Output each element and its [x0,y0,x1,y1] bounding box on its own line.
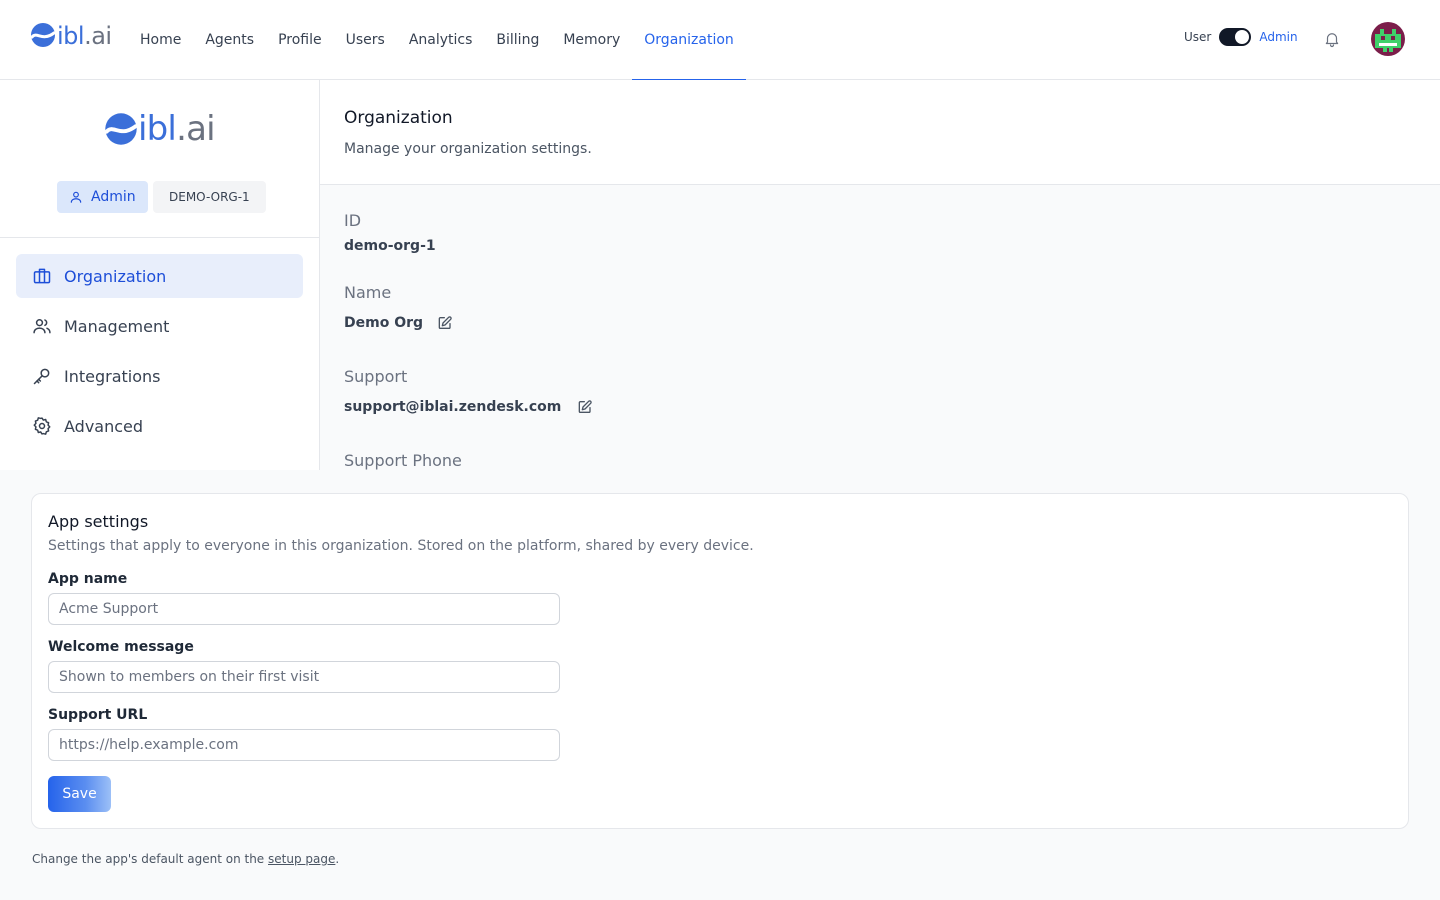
users-icon [33,319,51,334]
save-button[interactable]: Save [48,776,111,812]
support-url-input[interactable] [48,729,560,761]
bell-icon[interactable] [1323,30,1341,48]
top-navbar: ibl.ai Home Agents Profile Users Analyti… [0,0,1440,81]
brand-logo[interactable]: ibl.ai [30,22,112,48]
support-phone-label: Support Phone [344,451,462,470]
footnote-text: Change the app's default agent on the [32,852,269,866]
app-name-label: App name [48,571,128,587]
key-icon [33,368,50,385]
edit-icon [438,316,452,329]
nav-users[interactable]: Users [334,0,397,80]
user-icon [70,191,82,203]
nav-home[interactable]: Home [128,0,193,80]
sidebar-item-advanced[interactable]: Advanced [16,404,303,448]
support-url-label: Support URL [48,707,148,723]
main-nav: Home Agents Profile Users Analytics Bill… [128,0,746,81]
nav-billing[interactable]: Billing [484,0,551,80]
app-settings-card: App settings Settings that apply to ever… [31,493,1409,829]
org-badge: DEMO-ORG-1 [153,181,266,213]
role-toggle[interactable] [1219,28,1252,46]
org-fields: ID demo-org-1 Name Demo Org Support supp… [320,185,1440,470]
sidebar-item-management[interactable]: Management [16,304,303,348]
welcome-message-label: Welcome message [48,639,194,655]
sidebar: ibl.ai Admin DEMO-ORG-1 Organization Man… [0,80,320,470]
brand-wordmark: ibl.ai [57,22,112,50]
edit-icon [579,400,593,413]
gear-icon [33,417,51,435]
app-name-input[interactable] [48,593,560,625]
role-switch: User Admin [1184,28,1298,46]
sidebar-item-label: Organization [64,266,167,286]
support-text: support@iblai.zendesk.com [344,399,562,415]
main-header: Organization Manage your organization se… [320,80,1440,185]
nav-profile[interactable]: Profile [266,0,334,80]
support-value: support@iblai.zendesk.com [344,399,593,415]
name-label: Name [344,283,392,302]
role-switch-admin-label: Admin [1259,30,1298,44]
sidebar-item-label: Management [64,316,170,336]
edit-support-button[interactable] [577,399,593,415]
sidebar-item-organization[interactable]: Organization [16,254,303,298]
edit-name-button[interactable] [437,315,453,331]
welcome-message-input[interactable] [48,661,560,693]
avatar[interactable] [1371,22,1405,56]
nav-memory[interactable]: Memory [551,0,632,80]
name-text: Demo Org [344,315,424,331]
sidebar-item-label: Advanced [64,416,144,436]
page-subtitle: Manage your organization settings. [344,141,592,157]
name-value: Demo Org [344,315,453,331]
page-title: Organization [344,108,453,128]
app-settings-title: App settings [48,512,149,531]
footnote: Change the app's default agent on the se… [32,852,339,866]
sidebar-divider [0,237,320,238]
briefcase-icon [33,268,51,284]
app-settings-subtitle: Settings that apply to everyone in this … [48,538,754,554]
setup-page-link[interactable]: setup page [268,852,335,866]
sidebar-brand-logo: ibl.ai [104,109,216,149]
sidebar-brand-wordmark: ibl.ai [138,109,216,149]
avatar-image [1371,22,1405,56]
role-badge: Admin [57,181,148,213]
ibl-logo-icon [104,113,138,145]
sidebar-menu: Organization Management Integrations Adv… [16,254,303,454]
sidebar-item-integrations[interactable]: Integrations [16,354,303,398]
toggle-knob [1235,30,1250,44]
support-label: Support [344,367,408,386]
sidebar-item-label: Integrations [64,366,161,386]
nav-analytics[interactable]: Analytics [397,0,485,80]
role-badge-label: Admin [91,189,136,205]
nav-agents[interactable]: Agents [193,0,266,80]
footnote-end: . [335,852,340,866]
id-label: ID [344,211,362,230]
id-value: demo-org-1 [344,238,436,254]
nav-organization[interactable]: Organization [632,0,746,81]
ibl-logo-icon [30,23,56,47]
role-switch-user-label: User [1184,30,1212,44]
